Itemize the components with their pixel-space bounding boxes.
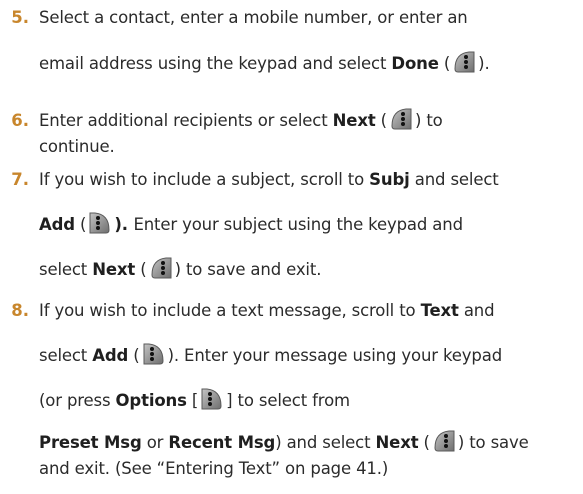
preset-msg-label: Preset Msg (39, 433, 142, 452)
step-text: ) and select (275, 433, 376, 452)
step-text: continue. (39, 137, 115, 156)
step-text: Select a contact, enter a mobile number,… (39, 8, 468, 27)
step-text: ( (375, 111, 387, 130)
step-text: (or press (39, 391, 116, 410)
step-line: select Add ( ). Enter your message using … (39, 343, 503, 367)
step-text: If you wish to include a subject, scroll… (39, 170, 370, 189)
right-softkey-icon (141, 341, 167, 367)
add-label: Add (39, 215, 75, 234)
step-text: or (141, 433, 169, 452)
step-line: If you wish to include a text message, s… (39, 301, 495, 321)
step-text: email address using the keypad and selec… (39, 54, 392, 73)
step-line: email address using the keypad and selec… (39, 51, 490, 75)
step-line: Enter additional recipients or select Ne… (39, 108, 443, 132)
step-text: select (39, 346, 93, 365)
step-line: and exit. (See “Entering Text” on page 4… (39, 459, 388, 479)
step-line: Preset Msg or Recent Msg) and select Nex… (39, 430, 529, 454)
instruction-document: 5. Select a contact, enter a mobile numb… (0, 0, 583, 494)
step-text: ). (478, 54, 490, 73)
next-label: Next (332, 111, 376, 130)
step-text: and exit. (See “Entering Text” on page 4… (39, 459, 389, 478)
add-label: Add (92, 346, 129, 365)
left-softkey-icon (451, 49, 477, 75)
step-text: ) to (414, 111, 443, 130)
options-label: Options (115, 391, 187, 410)
subj-label: Subj (369, 170, 410, 189)
step-text: Enter your subject using the keypad and (133, 215, 463, 234)
step-line: select Next ( ) to save and exit. (39, 257, 322, 281)
step-number: 5. (11, 8, 29, 27)
step-text: ] to select from (226, 391, 350, 410)
left-softkey-icon (148, 255, 174, 281)
step-line: Add (). Enter your subject using the key… (39, 212, 463, 236)
right-softkey-icon (87, 210, 113, 236)
step-text: ). (114, 215, 134, 234)
step-text: If you wish to include a text message, s… (39, 301, 421, 320)
left-softkey-icon (388, 106, 414, 132)
step-number: 7. (11, 170, 29, 189)
step-text: ). Enter your message using your keypad (167, 346, 503, 365)
done-label: Done (391, 54, 439, 73)
step-text: [ (186, 391, 199, 410)
next-label: Next (92, 260, 136, 279)
step-line: continue. (39, 137, 115, 157)
left-softkey-icon (431, 428, 457, 454)
right-softkey-icon (199, 386, 225, 412)
step-text: ( (135, 260, 147, 279)
step-text: ) to save and exit. (174, 260, 322, 279)
step-text: ( (438, 54, 451, 73)
step-text: and select (409, 170, 499, 189)
step-line: (or press Options [ ] to select from (39, 388, 350, 412)
step-line: Select a contact, enter a mobile number,… (39, 8, 468, 28)
step-text: ( (418, 433, 430, 452)
recent-msg-label: Recent Msg (168, 433, 276, 452)
step-text: ( (74, 215, 87, 234)
step-number: 8. (11, 301, 29, 320)
text-label: Text (420, 301, 459, 320)
next-label: Next (375, 433, 419, 452)
step-text: ) to save (457, 433, 529, 452)
step-text: Enter additional recipients or select (39, 111, 333, 130)
step-line: If you wish to include a subject, scroll… (39, 170, 499, 190)
step-text: select (39, 260, 93, 279)
step-number: 6. (11, 111, 29, 130)
step-text: and (458, 301, 495, 320)
step-text: ( (128, 346, 140, 365)
